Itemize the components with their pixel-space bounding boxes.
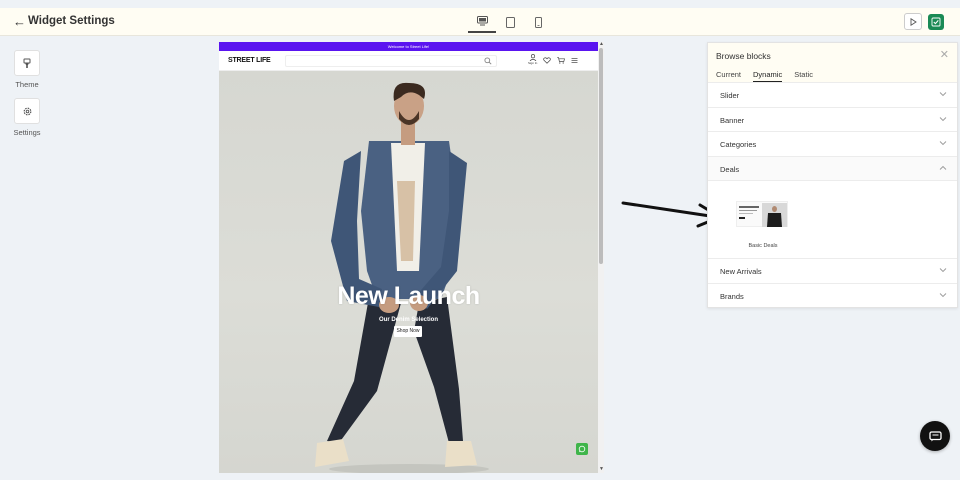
hero-title: New Launch bbox=[337, 282, 480, 310]
preview-scrollbar[interactable]: ▲ ▼ bbox=[598, 42, 604, 473]
mobile-view-button[interactable] bbox=[524, 11, 552, 33]
page-title: Widget Settings bbox=[28, 15, 115, 27]
save-button[interactable] bbox=[928, 14, 944, 30]
browse-blocks-panel: Browse blocks ✕ Current Dynamic Static S… bbox=[707, 42, 958, 308]
store-logo[interactable]: STREET LIFE bbox=[228, 57, 271, 64]
tab-dynamic[interactable]: Dynamic bbox=[753, 70, 783, 82]
paint-brush-icon bbox=[23, 58, 31, 68]
section-label: Categories bbox=[720, 140, 757, 150]
section-label: Brands bbox=[720, 291, 744, 301]
chevron-down-icon bbox=[939, 92, 947, 97]
desktop-view-button[interactable] bbox=[468, 11, 496, 33]
scroll-down-icon[interactable]: ▼ bbox=[599, 467, 604, 472]
basic-deals-thumbnail bbox=[736, 201, 788, 228]
section-label: New Arrivals bbox=[720, 267, 762, 277]
chevron-up-icon bbox=[939, 165, 947, 170]
cart-icon[interactable] bbox=[557, 57, 566, 64]
tab-current[interactable]: Current bbox=[716, 70, 741, 82]
chat-support-button[interactable] bbox=[920, 421, 950, 451]
chevron-down-icon bbox=[939, 268, 947, 273]
top-bar: ← Widget Settings bbox=[0, 8, 960, 36]
hero-model-image bbox=[315, 82, 489, 473]
close-icon[interactable]: ✕ bbox=[940, 50, 949, 61]
settings-label: Settings bbox=[13, 128, 41, 137]
whatsapp-icon bbox=[578, 445, 586, 453]
hero-subtitle: Our Denim Selection bbox=[378, 317, 438, 323]
section-label: Banner bbox=[720, 115, 745, 125]
device-switcher bbox=[468, 11, 552, 33]
basic-deals-block[interactable]: Basic Deals bbox=[708, 181, 818, 259]
gear-icon bbox=[23, 107, 31, 115]
store-header: STREET LIFE Sign In bbox=[219, 51, 598, 71]
tablet-icon bbox=[505, 16, 515, 28]
section-banner[interactable]: Banner bbox=[708, 108, 957, 133]
scroll-up-icon[interactable]: ▲ bbox=[599, 42, 604, 47]
mobile-icon bbox=[534, 16, 542, 28]
section-slider[interactable]: Slider bbox=[708, 83, 957, 108]
tab-static[interactable]: Static bbox=[794, 70, 813, 82]
search-icon bbox=[484, 57, 492, 65]
check-icon bbox=[931, 17, 941, 27]
basic-deals-label: Basic Deals bbox=[748, 243, 778, 250]
chat-icon bbox=[928, 430, 942, 441]
section-categories[interactable]: Categories bbox=[708, 132, 957, 157]
chevron-down-icon bbox=[939, 116, 947, 121]
shop-now-button[interactable]: Shop Now bbox=[394, 326, 422, 337]
store-search-input[interactable] bbox=[285, 55, 497, 67]
settings-tool[interactable]: Settings bbox=[5, 98, 49, 137]
theme-label: Theme bbox=[15, 80, 39, 89]
preview-play-button[interactable] bbox=[904, 13, 922, 30]
signin-link[interactable]: Sign In bbox=[528, 54, 537, 65]
section-deals[interactable]: Deals bbox=[708, 156, 957, 182]
user-icon bbox=[529, 54, 536, 61]
section-new-arrivals[interactable]: New Arrivals bbox=[708, 259, 957, 284]
heart-icon[interactable] bbox=[543, 57, 552, 64]
section-label: Slider bbox=[720, 91, 740, 100]
chevron-down-icon bbox=[939, 293, 947, 298]
back-arrow-icon[interactable]: ← bbox=[13, 14, 26, 29]
menu-icon[interactable] bbox=[571, 57, 578, 64]
chevron-down-icon bbox=[939, 141, 947, 146]
section-label: Deals bbox=[720, 164, 740, 174]
play-icon bbox=[910, 17, 917, 26]
announcement-bar: Welcome to Street Life! bbox=[219, 42, 598, 51]
whatsapp-button[interactable] bbox=[576, 443, 588, 455]
panel-title: Browse blocks bbox=[716, 51, 771, 61]
signin-label: Sign In bbox=[528, 61, 538, 65]
store-preview: Welcome to Street Life! STREET LIFE Sign… bbox=[219, 42, 598, 473]
scroll-thumb[interactable] bbox=[599, 48, 603, 264]
deals-blocks: Basic Deals bbox=[708, 181, 957, 260]
tablet-view-button[interactable] bbox=[496, 11, 524, 33]
desktop-icon bbox=[476, 16, 488, 26]
theme-tool[interactable]: Theme bbox=[5, 50, 49, 89]
section-brands[interactable]: Brands bbox=[708, 284, 957, 309]
panel-tabs: Current Dynamic Static bbox=[716, 70, 813, 82]
hero-banner[interactable]: New Launch Our Denim Selection Shop Now bbox=[219, 71, 598, 473]
